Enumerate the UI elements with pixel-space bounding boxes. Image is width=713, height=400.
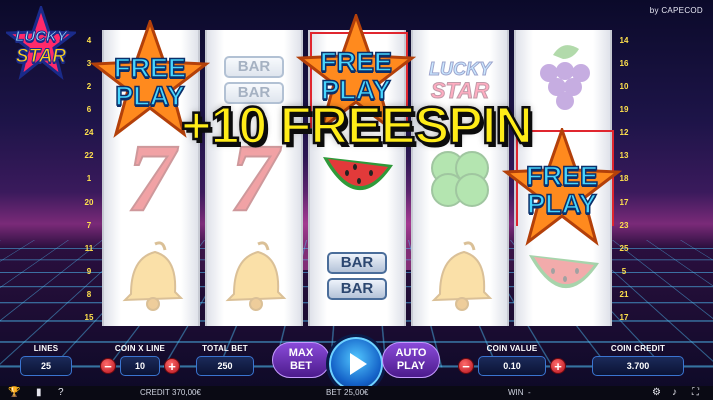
payline-number[interactable]: 21 bbox=[617, 290, 631, 299]
brand-label: by CAPECOD bbox=[649, 6, 703, 15]
coin-value-value: 0.10 bbox=[478, 356, 546, 376]
game-logo: LUCKY STAR bbox=[6, 6, 76, 82]
bar-symbol: BAR BAR bbox=[310, 228, 404, 324]
spin-button[interactable] bbox=[326, 334, 386, 394]
max-bet-button[interactable]: MAX BET bbox=[272, 342, 330, 378]
lines-value[interactable]: 25 bbox=[20, 356, 72, 376]
total-bet-control: TOTAL BET 250 bbox=[194, 344, 256, 378]
payline-number[interactable]: 9 bbox=[82, 267, 96, 276]
win-value: - bbox=[528, 388, 531, 397]
play-icon bbox=[350, 353, 367, 375]
control-panel: LINES 25 COIN X LINE − 10 + TOTAL BET 25… bbox=[0, 334, 713, 394]
logo-line-1: LUCKY bbox=[15, 28, 68, 46]
total-bet-label: TOTAL BET bbox=[202, 344, 248, 353]
coin-credit-label: COIN CREDIT bbox=[610, 344, 666, 353]
payline-number[interactable]: 16 bbox=[617, 59, 631, 68]
coin-credit-control: COIN CREDIT 3.700 bbox=[590, 344, 686, 378]
freespin-banner: +10 FREESPIN bbox=[180, 96, 534, 157]
bet-label: BET bbox=[326, 388, 342, 397]
status-bar: 🏆 ▮ ? CREDIT 370,00€ BET 25,00€ WIN - ⚙ … bbox=[0, 386, 713, 400]
auto-play-line-1: AUTO bbox=[395, 347, 427, 359]
fullscreen-icon[interactable]: ⛶ bbox=[692, 386, 699, 400]
payline-number[interactable]: 1 bbox=[82, 174, 96, 183]
reel-2: BAR BAR 7 bbox=[205, 30, 303, 326]
lines-label: LINES bbox=[33, 344, 59, 353]
bar-plate: BAR bbox=[327, 252, 387, 274]
payline-number[interactable]: 20 bbox=[82, 198, 96, 207]
credit-value: 370,00€ bbox=[172, 388, 201, 397]
payline-number[interactable]: 7 bbox=[82, 221, 96, 230]
sound-icon[interactable]: ♪ bbox=[672, 386, 677, 400]
coin-x-line-control: COIN X LINE − 10 + bbox=[98, 344, 182, 378]
auto-play-button[interactable]: AUTO PLAY bbox=[382, 342, 440, 378]
payline-number[interactable]: 15 bbox=[82, 313, 96, 322]
coin-value-minus-button[interactable]: − bbox=[458, 358, 474, 374]
coin-x-line-value: 10 bbox=[120, 356, 160, 376]
free-play-line-2: PLAY bbox=[526, 189, 597, 219]
payline-number[interactable]: 14 bbox=[617, 36, 631, 45]
bell-icon bbox=[122, 241, 184, 311]
free-play-line-1: FREE bbox=[525, 161, 599, 191]
bar-plate: BAR bbox=[224, 56, 284, 78]
coin-x-line-label: COIN X LINE bbox=[114, 344, 166, 353]
paytable-icon[interactable]: ▮ bbox=[36, 386, 42, 400]
trophy-icon[interactable]: 🏆 bbox=[8, 386, 20, 400]
coin-x-line-plus-button[interactable]: + bbox=[164, 358, 180, 374]
payline-number[interactable]: 11 bbox=[82, 244, 96, 253]
coin-value-plus-button[interactable]: + bbox=[550, 358, 566, 374]
logo-line-2: STAR bbox=[15, 46, 67, 68]
bell-icon bbox=[225, 241, 287, 311]
bet-value: 25,00€ bbox=[344, 388, 369, 397]
bell-icon bbox=[431, 241, 493, 311]
max-bet-line-2: BET bbox=[289, 360, 312, 372]
watermelon-icon bbox=[529, 255, 599, 289]
bell-symbol bbox=[207, 228, 301, 324]
free-play-line-1: FREE bbox=[319, 47, 393, 77]
free-play-line-1: FREE bbox=[113, 53, 187, 83]
lucky-star-line-1: LUCKY bbox=[429, 59, 492, 80]
bar-plate: BAR bbox=[327, 278, 387, 300]
reel-4: LUCKY STAR bbox=[411, 30, 509, 326]
payline-number[interactable]: 8 bbox=[82, 290, 96, 299]
credit-label: CREDIT bbox=[140, 388, 170, 397]
coin-value-control: COIN VALUE − 0.10 + bbox=[456, 344, 568, 378]
auto-play-line-2: PLAY bbox=[396, 360, 426, 372]
bell-symbol bbox=[104, 228, 198, 324]
lines-control: LINES 25 bbox=[18, 344, 74, 378]
payline-number[interactable]: 10 bbox=[617, 82, 631, 91]
settings-icon[interactable]: ⚙ bbox=[652, 386, 661, 400]
payline-number[interactable]: 17 bbox=[617, 313, 631, 322]
total-bet-value: 250 bbox=[196, 356, 254, 376]
max-bet-line-1: MAX bbox=[288, 347, 314, 359]
help-icon[interactable]: ? bbox=[58, 386, 64, 400]
payline-number[interactable]: 5 bbox=[617, 267, 631, 276]
coin-value-label: COIN VALUE bbox=[486, 344, 538, 353]
coin-x-line-minus-button[interactable]: − bbox=[100, 358, 116, 374]
bell-symbol bbox=[413, 228, 507, 324]
win-label: WIN bbox=[508, 388, 524, 397]
coin-credit-value: 3.700 bbox=[592, 356, 684, 376]
